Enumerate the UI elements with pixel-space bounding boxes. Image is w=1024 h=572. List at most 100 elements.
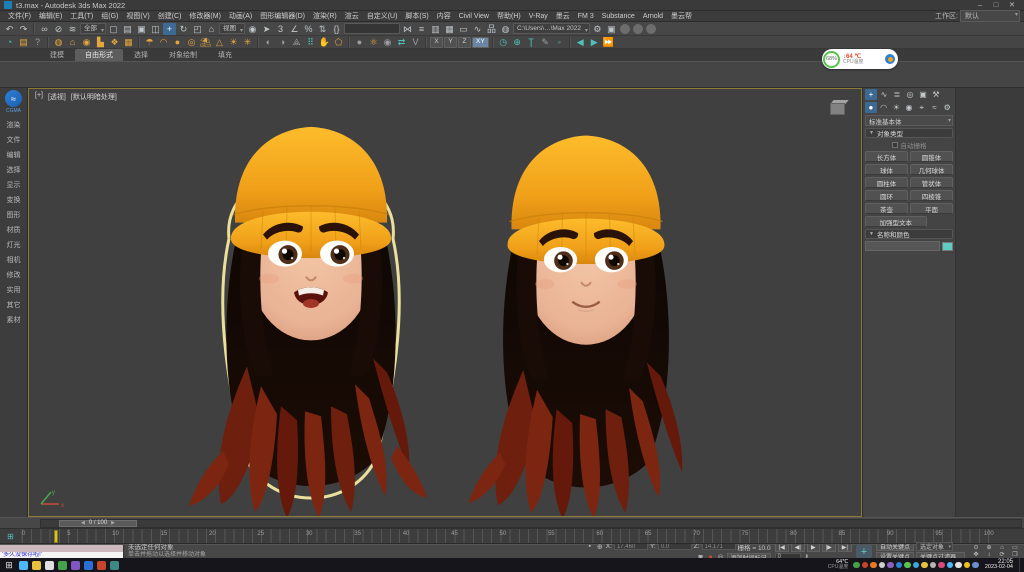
stopwatch-icon[interactable]: ◷ xyxy=(497,36,510,48)
tray-icon[interactable] xyxy=(887,562,894,569)
menu-item[interactable]: 工具(T) xyxy=(66,11,97,21)
window-crossing-icon[interactable]: ◫ xyxy=(149,23,162,35)
ribbon-tab-populate[interactable]: 填充 xyxy=(208,49,242,61)
box-button[interactable]: 长方体 xyxy=(865,151,908,162)
select-object-icon[interactable]: ▢ xyxy=(107,23,120,35)
menu-item[interactable]: Civil View xyxy=(455,13,493,20)
select-rotate-icon[interactable]: ↻ xyxy=(177,23,190,35)
coord-x-field[interactable]: 17.460 xyxy=(614,543,648,550)
menu-item[interactable]: 墨云帮 xyxy=(667,11,696,21)
vray-shadow-icon[interactable]: ◑ xyxy=(276,36,289,48)
taskbar-app-icon[interactable] xyxy=(32,561,41,570)
named-selection-sets-input[interactable] xyxy=(344,23,400,34)
spinner-snap-icon[interactable]: ⇅ xyxy=(316,23,329,35)
menu-item[interactable]: Substance xyxy=(598,13,639,20)
workspace-selector[interactable]: 工作区:默认 xyxy=(935,10,1020,22)
taskbar-app-icon[interactable] xyxy=(71,561,80,570)
shapes-subtab[interactable]: ◠ xyxy=(878,102,890,113)
taskbar-app-icon[interactable] xyxy=(97,561,106,570)
object-color-swatch[interactable] xyxy=(942,242,953,251)
object-type-rollout[interactable]: ▼ 对象类型 xyxy=(865,128,953,138)
tray-icon[interactable] xyxy=(862,562,869,569)
taskbar-app-icon[interactable] xyxy=(19,561,28,570)
autogrid-checkbox[interactable] xyxy=(892,142,898,148)
name-color-rollout[interactable]: ▼ 名称和颜色 xyxy=(865,229,953,239)
select-link-icon[interactable]: ∞ xyxy=(38,23,51,35)
text-plus-button[interactable]: 加强型文本 xyxy=(865,216,927,227)
menu-item[interactable]: 视图(V) xyxy=(122,11,153,21)
coord-z-field[interactable]: 14.171 xyxy=(702,543,736,550)
menu-item[interactable]: 动画(A) xyxy=(225,11,256,21)
plane-button[interactable]: 平面 xyxy=(910,203,953,214)
tm-tool-icon[interactable]: Ţ xyxy=(525,36,538,48)
sidebar-item[interactable]: 实用 xyxy=(0,282,27,297)
tray-icon[interactable] xyxy=(853,562,860,569)
sidebar-item[interactable]: 显示 xyxy=(0,177,27,192)
toolbar-separator[interactable] xyxy=(348,37,350,48)
help-icon[interactable]: ? xyxy=(31,36,44,48)
axis-x-button[interactable]: X xyxy=(430,37,443,48)
sphere-add-icon[interactable]: ⊕ xyxy=(511,36,524,48)
object-name-input[interactable] xyxy=(865,241,940,251)
step-forward-icon[interactable]: ▶ xyxy=(588,36,601,48)
unlink-selection-icon[interactable]: ⊘ xyxy=(52,23,65,35)
maxscript-mini-listener[interactable]: '多久没保存啦!' xyxy=(0,545,124,558)
perspective-viewport[interactable]: [+] [透视] [默认明暗处理] xyxy=(28,88,862,517)
display-tab[interactable]: ▣ xyxy=(917,89,929,100)
sidebar-item[interactable]: 图形 xyxy=(0,207,27,222)
primitive-category-dropdown[interactable]: 标准基本体 xyxy=(865,115,953,126)
helpers-subtab[interactable]: ⌖ xyxy=(916,102,928,113)
select-scale-icon[interactable]: ◰ xyxy=(191,23,204,35)
vray-dome-light-icon[interactable]: ◠ xyxy=(157,36,170,48)
menu-item[interactable]: 渲染(R) xyxy=(309,11,341,21)
vray-sphere-light-icon[interactable]: ● xyxy=(171,36,184,48)
utilities-tab[interactable]: ⚒ xyxy=(930,89,942,100)
spacewarps-subtab[interactable]: ≈ xyxy=(929,102,941,113)
vray-box-icon[interactable]: ⬠ xyxy=(332,36,345,48)
atom-tool-icon[interactable]: ⚛ xyxy=(367,36,380,48)
vray-sphere-gray-icon[interactable]: ◐ xyxy=(262,36,275,48)
viewport-menu-shading[interactable]: [默认明暗处理] xyxy=(71,92,117,102)
geometry-subtab[interactable]: ● xyxy=(865,102,877,113)
sidebar-item[interactable]: 材质 xyxy=(0,222,27,237)
sphere-button[interactable]: 球体 xyxy=(865,164,908,175)
schematic-view-icon[interactable]: 品 xyxy=(485,23,498,35)
menu-item[interactable]: 图形编辑器(D) xyxy=(256,11,309,21)
menu-item[interactable]: 编辑(E) xyxy=(35,11,66,21)
vray-umbrella-light-icon[interactable]: ☂ xyxy=(143,36,156,48)
named-selection-sets-icon[interactable]: {} xyxy=(330,23,343,35)
axis-z-button[interactable]: Z xyxy=(458,37,471,48)
snap-toggle-3d-icon[interactable]: 3 xyxy=(274,23,287,35)
taskbar-app-icon[interactable] xyxy=(45,561,54,570)
vray-v-icon[interactable]: V xyxy=(409,36,422,48)
populate-icon[interactable]: ◔ xyxy=(3,36,16,48)
geosphere-button[interactable]: 几何球体 xyxy=(910,164,953,175)
vray-camera-icon[interactable]: ◉ xyxy=(80,36,93,48)
align-icon[interactable]: ≡ xyxy=(415,23,428,35)
menu-item[interactable]: 内容 xyxy=(433,11,455,21)
toolbar-separator[interactable] xyxy=(569,37,571,48)
menu-item[interactable]: 修改器(M) xyxy=(185,11,225,21)
curve-editor-icon[interactable]: ∿ xyxy=(471,23,484,35)
start-button[interactable]: ⊞ xyxy=(2,560,16,571)
sidebar-item[interactable]: 修改 xyxy=(0,267,27,282)
dot-tool-icon[interactable]: ◦ xyxy=(553,36,566,48)
tray-icon[interactable] xyxy=(972,562,979,569)
render-online-icon[interactable] xyxy=(646,24,656,34)
ribbon-tab-freeform[interactable]: 自由形式 xyxy=(75,49,123,61)
modify-tab[interactable]: ∿ xyxy=(878,89,890,100)
menu-item[interactable]: Arnold xyxy=(639,13,667,20)
toolbar-separator[interactable] xyxy=(425,37,427,48)
maximize-button[interactable]: □ xyxy=(988,0,1004,10)
teapot-button[interactable]: 茶壶 xyxy=(865,203,908,214)
vray-chair-icon[interactable]: ▙ xyxy=(94,36,107,48)
step-back-icon[interactable]: ◀ xyxy=(574,36,587,48)
toolbar-separator[interactable] xyxy=(33,23,35,34)
project-folder-dropdown[interactable]: C:\Users\…\Max 2022 xyxy=(513,23,590,34)
menu-item[interactable]: 组(G) xyxy=(97,11,122,21)
render-setup-icon[interactable]: ⚙ xyxy=(591,23,604,35)
menu-item[interactable]: FM 3 xyxy=(574,13,598,20)
sphere-tool-icon[interactable]: ● xyxy=(353,36,366,48)
motion-tab[interactable]: ◎ xyxy=(904,89,916,100)
next-key-icon[interactable]: ▶ xyxy=(111,520,115,526)
